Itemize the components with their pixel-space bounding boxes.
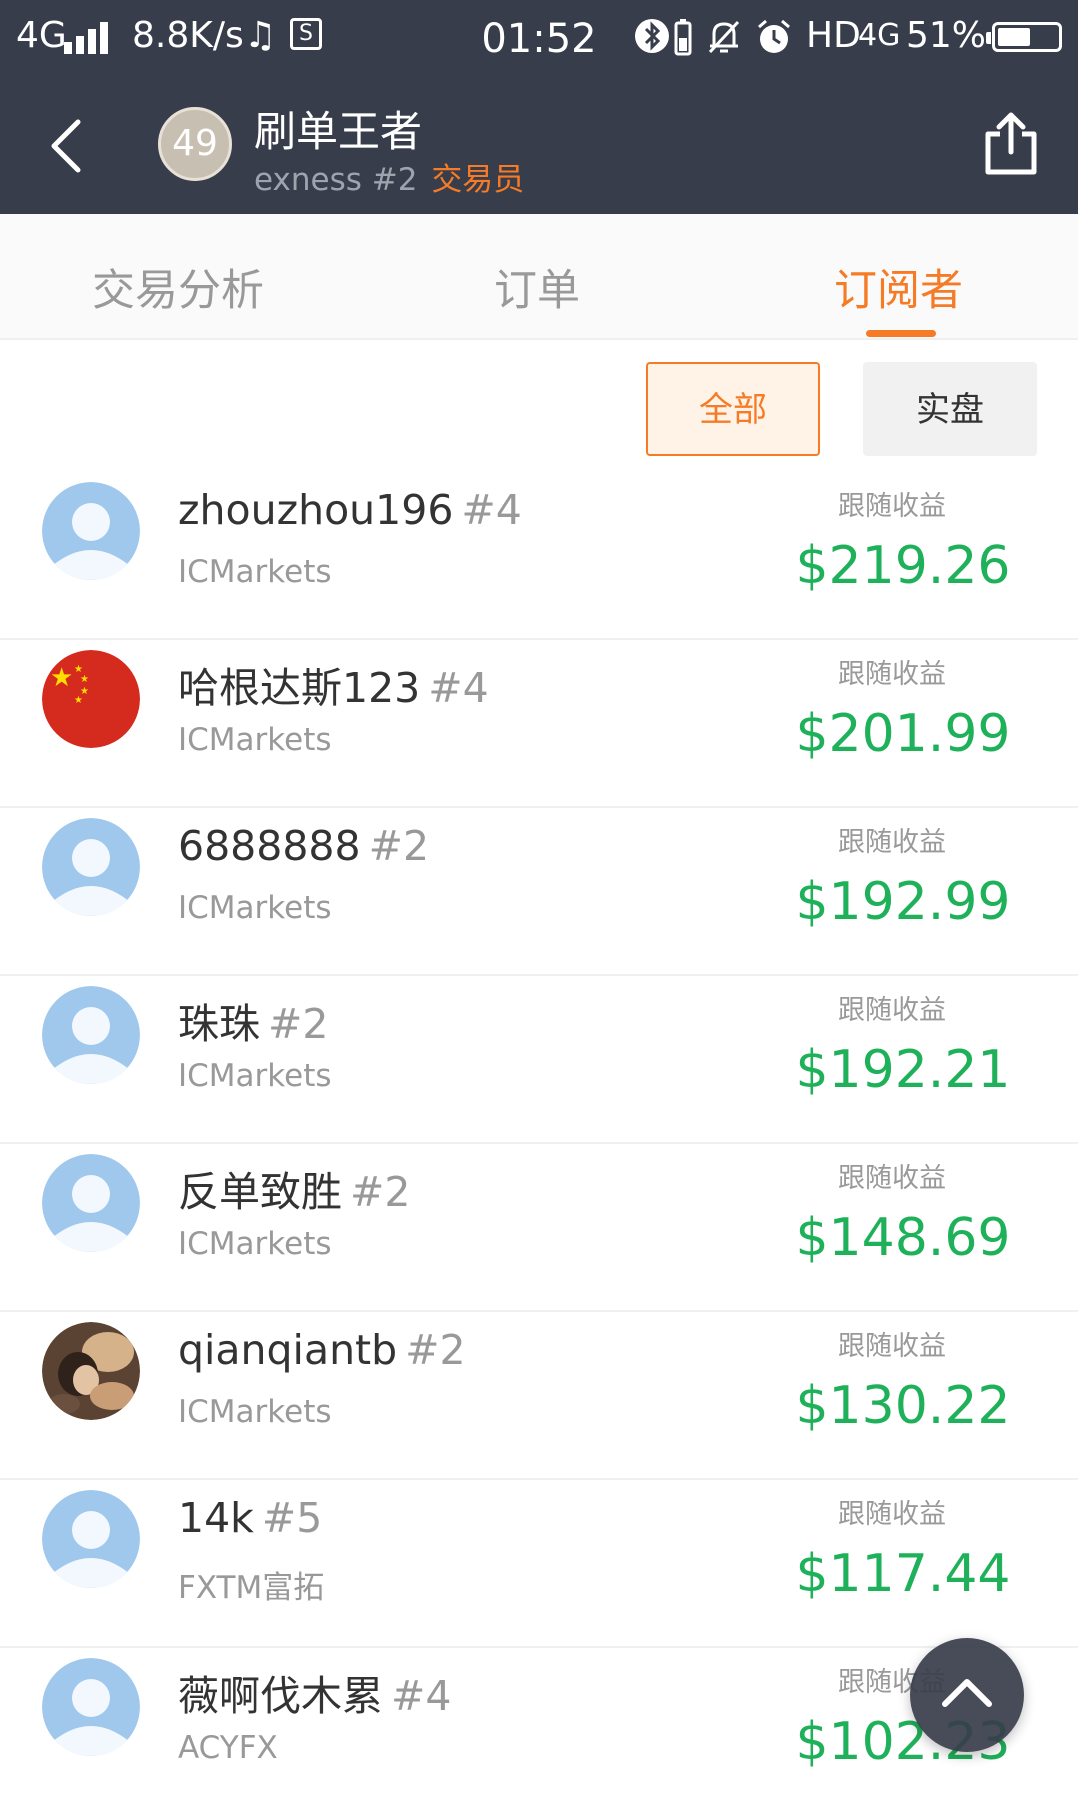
profit-label: 跟随收益: [838, 1499, 946, 1530]
filter-real-account-button[interactable]: 实盘: [863, 362, 1037, 456]
svg-text:★: ★: [50, 663, 73, 693]
profit-label: 跟随收益: [838, 1163, 946, 1194]
subscriber-broker: ICMarkets: [178, 1058, 332, 1094]
profit-label: 跟随收益: [838, 491, 946, 522]
app-header: 4G 8.8K/s ♫ S 01:52 HD 4G 51% 49 刷单王者 ex…: [0, 0, 1078, 214]
profit-value: $148.69: [795, 1208, 1011, 1268]
profit-value: $192.99: [795, 872, 1011, 932]
subscriber-name: qianqiantb #2: [178, 1326, 466, 1374]
svg-text:★: ★: [74, 695, 83, 706]
title-bar: 49 刷单王者 exness #2 交易员: [0, 74, 1078, 214]
subscriber-name: 哈根达斯123 #4: [178, 664, 489, 712]
subscriber-rank: #2: [268, 1000, 329, 1048]
subscriber-broker: ICMarkets: [178, 554, 332, 590]
list-item[interactable]: 珠珠 #2 ICMarkets 跟随收益 $192.21: [0, 976, 1078, 1144]
subscriber-name: 反单致胜 #2: [178, 1168, 411, 1216]
list-item[interactable]: 反单致胜 #2 ICMarkets 跟随收益 $148.69: [0, 1144, 1078, 1312]
subscriber-rank: #5: [261, 1494, 323, 1542]
subscriber-rank: #2: [368, 822, 430, 870]
subscriber-broker: ICMarkets: [178, 890, 332, 926]
profit-value: $201.99: [795, 704, 1011, 764]
back-arrow-icon[interactable]: [44, 116, 98, 176]
scroll-to-top-button[interactable]: [910, 1638, 1024, 1752]
profit-label: 跟随收益: [838, 659, 946, 690]
subscriber-broker: ICMarkets: [178, 1394, 332, 1430]
default-avatar-icon: [42, 986, 140, 1084]
tab-subscribers[interactable]: 订阅者: [834, 256, 963, 318]
trader-role-badge: 交易员: [431, 162, 525, 198]
trader-subtitle: exness #2 交易员: [254, 154, 524, 199]
page-title: 刷单王者: [254, 107, 423, 156]
profit-value: $117.44: [795, 1544, 1011, 1604]
subscriber-rank: #4: [428, 664, 489, 712]
subscriber-broker: ACYFX: [178, 1730, 278, 1766]
bluetooth-icon: [635, 19, 669, 53]
subscriber-broker: FXTM富拓: [178, 1570, 325, 1606]
alarm-icon: [758, 19, 790, 53]
tab-orders[interactable]: 订单: [494, 256, 580, 318]
battery-percent: 51%: [906, 15, 987, 56]
default-avatar-icon: [42, 1490, 140, 1588]
filter-all-button[interactable]: 全部: [646, 362, 820, 456]
subscriber-rank: #4: [461, 486, 522, 534]
china-flag-avatar-icon: ★ ★ ★ ★ ★: [42, 650, 140, 748]
subscriber-broker: ICMarkets: [178, 1226, 332, 1262]
subscriber-name: 薇啊伐木累 #4: [178, 1672, 452, 1720]
default-avatar-icon: [42, 818, 140, 916]
default-avatar-icon: [42, 482, 140, 580]
subscriber-name: 珠珠 #2: [178, 1000, 329, 1048]
default-avatar-icon: [42, 1658, 140, 1756]
subscriber-rank: #4: [391, 1672, 452, 1720]
active-tab-indicator: [866, 330, 936, 337]
profit-value: $192.21: [795, 1040, 1011, 1100]
profit-label: 跟随收益: [838, 1331, 946, 1362]
tab-bar: 交易分析 订单 订阅者: [0, 214, 1078, 340]
status-bar: 4G 8.8K/s ♫ S 01:52 HD 4G 51%: [0, 0, 1078, 74]
network-type-2: 4G: [858, 18, 901, 53]
list-item[interactable]: ★ ★ ★ ★ ★ 哈根达斯123 #4 ICMarkets 跟随收益 $201.…: [0, 640, 1078, 808]
svg-text:★: ★: [80, 674, 89, 685]
mute-bell-icon: [708, 20, 740, 54]
list-item[interactable]: 6888888 #2 ICMarkets 跟随收益 $192.99: [0, 808, 1078, 976]
profit-value: $219.26: [795, 536, 1011, 596]
list-item[interactable]: zhouzhou196 #4 ICMarkets 跟随收益 $219.26: [0, 472, 1078, 640]
hd-indicator: HD: [806, 15, 861, 56]
trader-account: exness #2: [254, 162, 418, 198]
filter-bar: 全部 实盘: [0, 342, 1078, 472]
subscriber-rank: #2: [350, 1168, 411, 1216]
profit-value: $130.22: [795, 1376, 1011, 1436]
battery-small-icon: [674, 19, 692, 56]
subscriber-name: zhouzhou196 #4: [178, 486, 522, 534]
default-avatar-icon: [42, 1154, 140, 1252]
trader-avatar-badge[interactable]: 49: [158, 107, 232, 181]
chevron-up-icon: [942, 1679, 992, 1707]
tab-trading-analysis[interactable]: 交易分析: [92, 256, 264, 318]
subscriber-name: 14k #5: [178, 1494, 323, 1542]
battery-icon: [986, 22, 1062, 52]
subscriber-name: 6888888 #2: [178, 822, 430, 870]
subscriber-broker: ICMarkets: [178, 722, 332, 758]
photo-avatar-icon: [42, 1322, 140, 1420]
profit-label: 跟随收益: [838, 995, 946, 1026]
subscriber-rank: #2: [405, 1326, 466, 1374]
share-icon[interactable]: [982, 110, 1040, 176]
profit-label: 跟随收益: [838, 827, 946, 858]
list-item[interactable]: 14k #5 FXTM富拓 跟随收益 $117.44: [0, 1480, 1078, 1648]
list-item[interactable]: qianqiantb #2 ICMarkets 跟随收益 $130.22: [0, 1312, 1078, 1480]
